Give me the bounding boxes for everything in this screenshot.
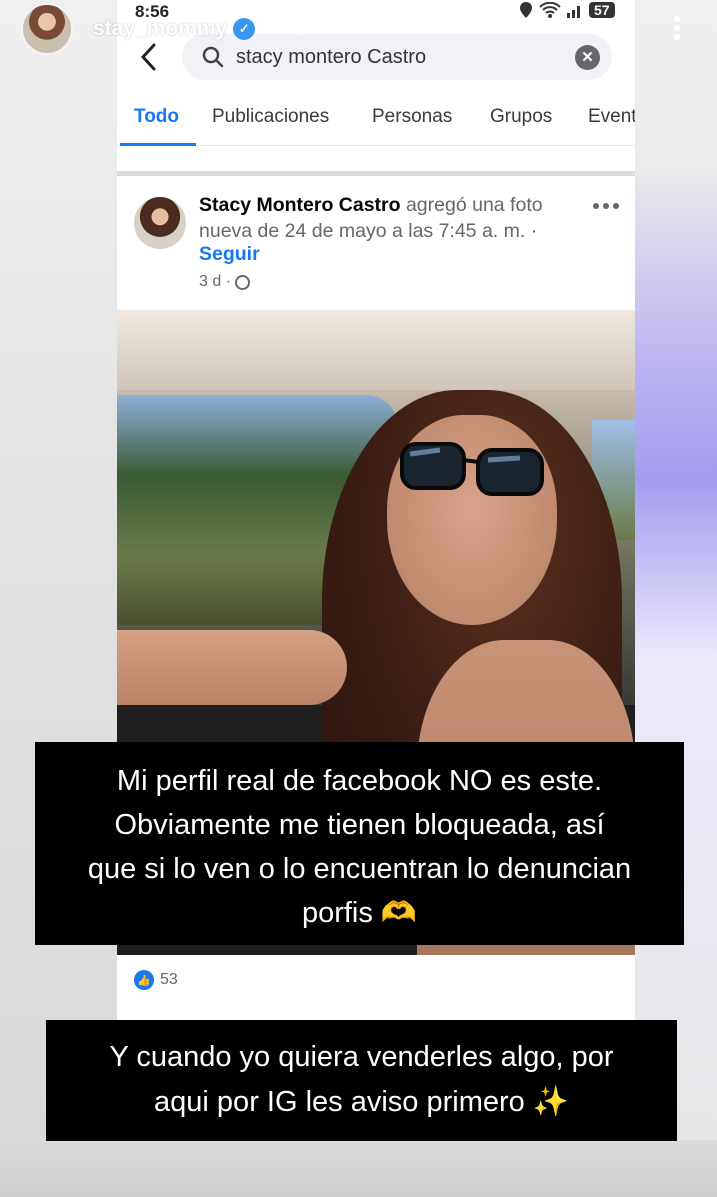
tab-grupos[interactable]: Grupos [490, 106, 552, 128]
search-tabs: Todo Publicaciones Personas Grupos Event [117, 100, 635, 146]
caption-line: Y cuando yo quiera venderles algo, por [109, 1041, 614, 1073]
story-time: 7 h [277, 17, 307, 40]
globe-icon [235, 274, 251, 290]
post-header-text: Stacy Montero Castro agregó una foto nue… [199, 192, 579, 244]
reactions-count: 53 [160, 971, 178, 988]
tab-publicaciones[interactable]: Publicaciones [212, 106, 329, 128]
person-arm [117, 630, 347, 705]
post-age: 3 d · [199, 273, 232, 290]
caption-line: aqui por IG les aviso primero ✨ [154, 1086, 569, 1118]
background-bottom [0, 1140, 717, 1197]
tab-todo[interactable]: Todo [134, 106, 179, 128]
story-username[interactable]: stay_mommy [93, 17, 227, 41]
story-avatar[interactable] [21, 3, 73, 55]
caption-line: Obviamente me tienen bloqueada, así [114, 809, 605, 841]
post-meta: 3 d · [199, 273, 251, 291]
story-header: stay_mommy ✓ 7 h [0, 0, 717, 60]
post-author-name[interactable]: Stacy Montero Castro [199, 194, 401, 216]
like-icon: 👍 [134, 970, 154, 990]
tab-eventos[interactable]: Event [588, 106, 635, 128]
story-caption-first: Mi perfil real de facebook NO es este. O… [35, 742, 684, 945]
reactions-summary[interactable]: 👍 53 [134, 970, 178, 990]
active-tab-indicator [120, 143, 196, 146]
story-caption-second: Y cuando yo quiera venderles algo, por a… [46, 1020, 677, 1141]
verified-badge-icon: ✓ [233, 18, 256, 40]
caption-line: Mi perfil real de facebook NO es este. [116, 765, 603, 797]
caption-line: porfis 🫶 [301, 897, 418, 929]
story-username-row[interactable]: stay_mommy ✓ [93, 17, 256, 41]
tab-personas[interactable]: Personas [372, 106, 452, 128]
more-options-icon[interactable] [593, 203, 623, 211]
background-gradient-strip [633, 160, 717, 1160]
post-author-avatar[interactable] [134, 197, 186, 249]
section-divider [117, 171, 635, 176]
follow-button[interactable]: Seguir [199, 243, 260, 266]
car-roof [117, 310, 635, 390]
caption-line: que si lo ven o lo encuentran lo denunci… [87, 853, 632, 885]
sunglasses-icon [400, 442, 544, 496]
more-options-vertical-icon[interactable] [670, 14, 684, 44]
